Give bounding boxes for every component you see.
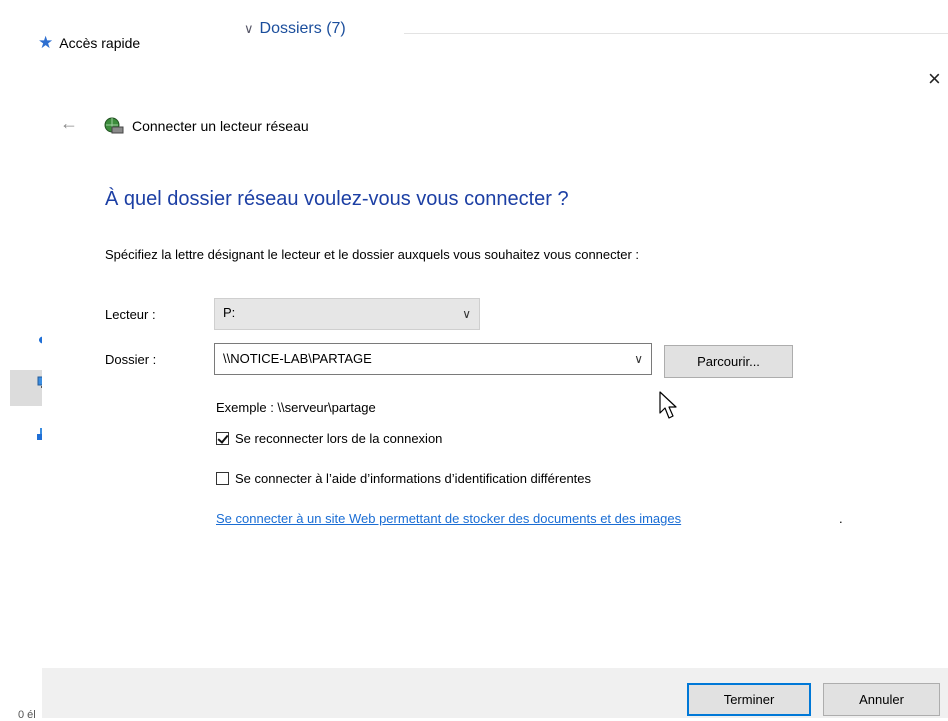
drive-letter-value: P: — [223, 305, 236, 320]
instructions-text: Spécifiez la lettre désignant le lecteur… — [105, 247, 640, 262]
page-heading: À quel dossier réseau voulez-vous vous c… — [105, 188, 569, 210]
status-bar-text: 0 él — [18, 709, 36, 721]
folder-label: Dossier : — [105, 352, 157, 367]
browse-button[interactable]: Parcourir... — [664, 345, 793, 378]
map-network-drive-dialog — [42, 58, 948, 718]
mouse-cursor-icon — [659, 391, 677, 419]
dialog-title-text: Connecter un lecteur réseau — [132, 118, 309, 134]
folder-path-combobox[interactable]: \\NOTICE-LAB\PARTAGE ∨ — [214, 343, 652, 375]
network-drive-icon — [104, 117, 124, 134]
quick-access-item[interactable]: ★ Accès rapide — [38, 34, 140, 51]
reconnect-checkbox[interactable] — [216, 432, 229, 445]
drive-label: Lecteur : — [105, 307, 156, 322]
chevron-down-icon: ∨ — [244, 21, 254, 36]
cancel-button[interactable]: Annuler — [823, 683, 940, 716]
folder-path-value: \\NOTICE-LAB\PARTAGE — [223, 351, 372, 366]
dialog-footer — [42, 668, 948, 718]
chevron-down-icon: ∨ — [462, 307, 471, 321]
star-icon: ★ — [38, 33, 54, 52]
dialog-title: Connecter un lecteur réseau — [104, 117, 309, 135]
folders-section-header[interactable]: ∨ Dossiers (7) — [244, 20, 346, 38]
quick-access-label: Accès rapide — [59, 34, 141, 51]
folders-section-label: Dossiers (7) — [259, 20, 346, 37]
example-text: Exemple : \\serveur\partage — [216, 400, 376, 415]
section-divider — [404, 33, 948, 34]
link-suffix: . — [839, 511, 843, 526]
other-credentials-label: Se connecter à l’aide d’informations d’i… — [235, 471, 592, 486]
finish-button[interactable]: Terminer — [687, 683, 811, 716]
reconnect-option[interactable]: Se reconnecter lors de la connexion — [216, 431, 442, 446]
website-storage-link[interactable]: Se connecter à un site Web permettant de… — [216, 511, 681, 526]
other-credentials-option[interactable]: Se connecter à l’aide d’informations d’i… — [216, 471, 591, 486]
reconnect-label: Se reconnecter lors de la connexion — [235, 431, 443, 446]
drive-letter-select[interactable]: P: ∨ — [214, 298, 480, 330]
chevron-down-icon[interactable]: ∨ — [634, 352, 643, 366]
other-credentials-checkbox[interactable] — [216, 472, 229, 485]
close-icon[interactable]: × — [928, 68, 941, 90]
back-arrow-icon[interactable]: ← — [60, 113, 78, 134]
